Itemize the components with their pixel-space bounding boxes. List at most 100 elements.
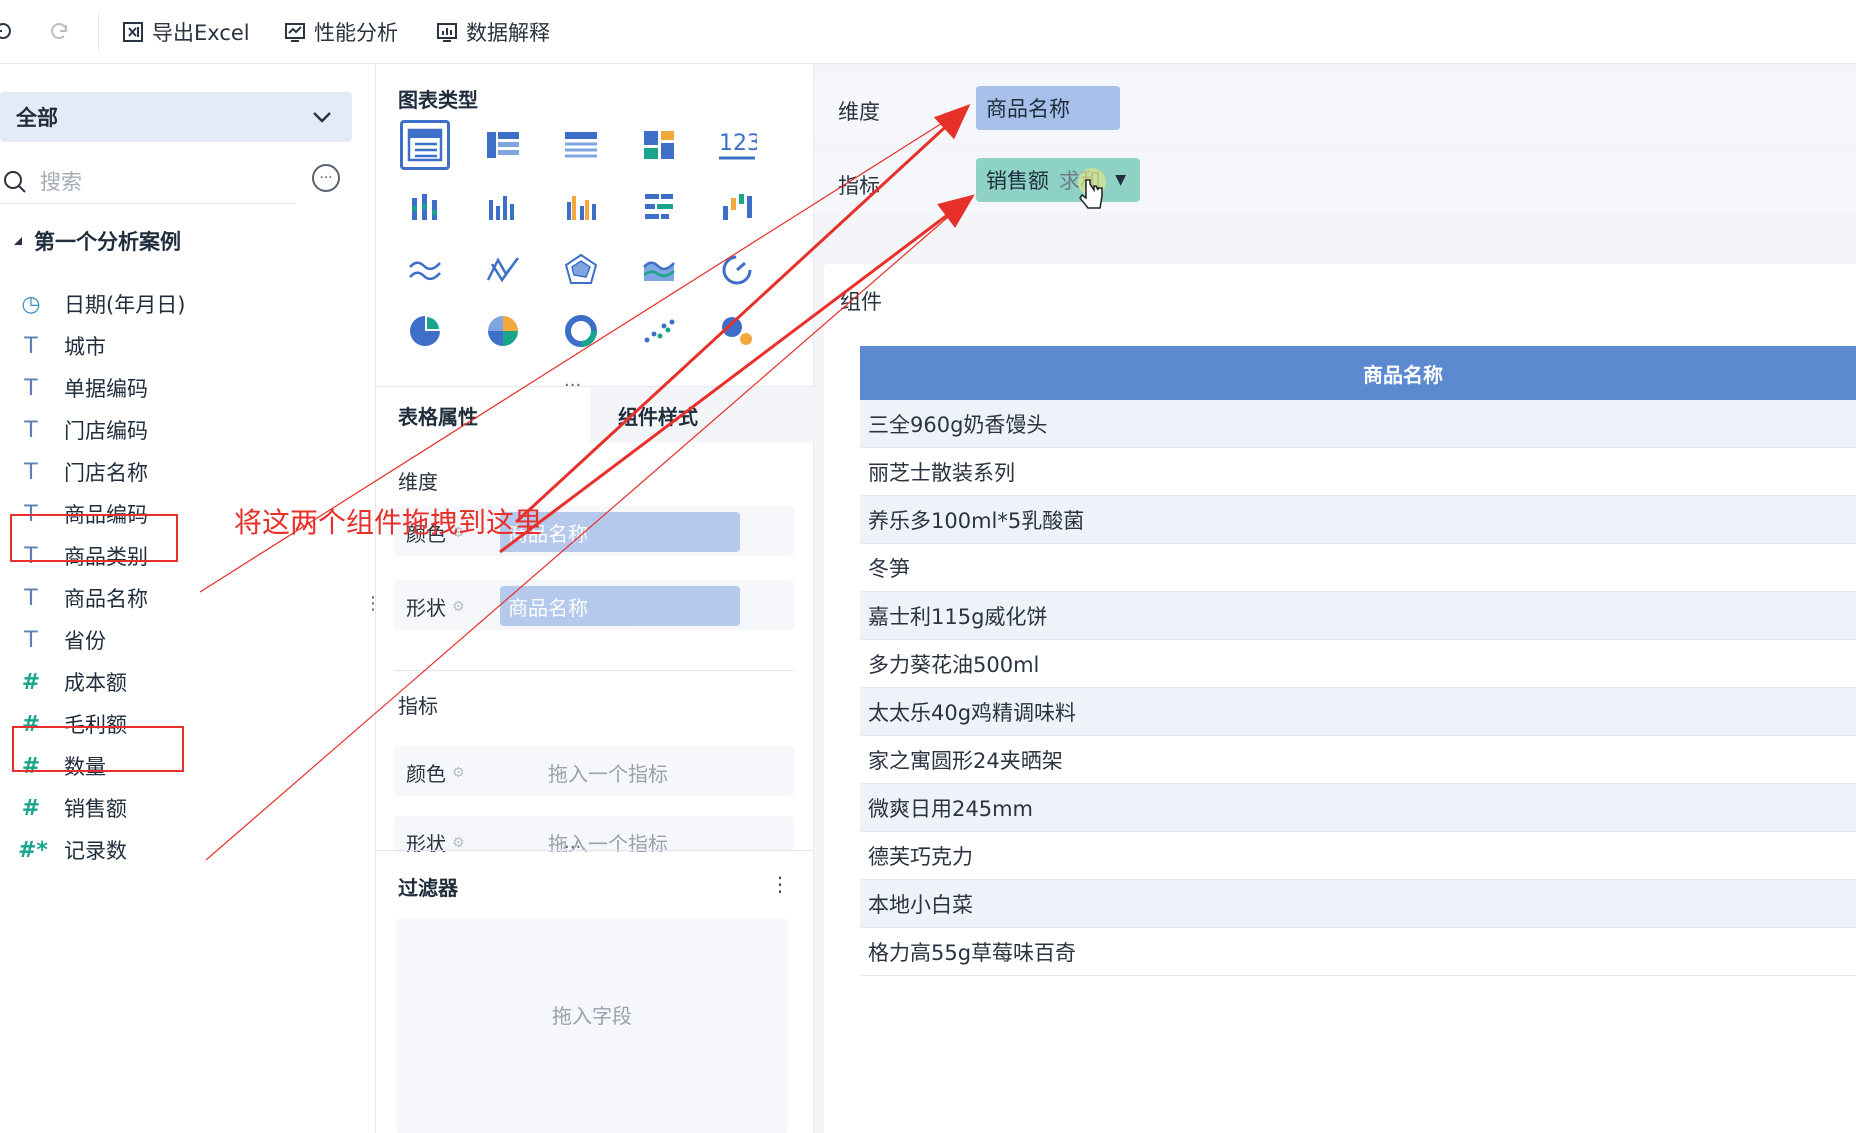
field-label: 商品名称: [64, 587, 148, 611]
toolbar: 导出Excel 性能分析 数据解释: [0, 0, 1856, 64]
chart-config-panel: 图表类型 123 表格属性 组件样式 维度 颜色 ⚙ 商品名称 形状 ⚙ 商品名…: [376, 64, 814, 1133]
metric-color-row: 颜色 ⚙ 拖入一个指标: [394, 746, 794, 796]
dashboard-card-icon[interactable]: [634, 120, 684, 170]
text-type-icon: T: [24, 627, 38, 653]
table-row[interactable]: 三全960g奶香馒头: [860, 400, 1856, 448]
table-row[interactable]: 格力高55g草莓味百奇: [860, 928, 1856, 976]
property-tabs: 表格属性 组件样式: [376, 386, 814, 443]
table-row[interactable]: 冬笋: [860, 544, 1856, 592]
field-item[interactable]: # 成本额: [18, 662, 127, 702]
gauge-chart-icon[interactable]: [712, 244, 762, 294]
table-cell: 德芙巧克力: [868, 844, 973, 869]
rose-pie-icon[interactable]: [478, 306, 528, 356]
dimension-row: 维度: [814, 78, 1856, 138]
metric-label: 指标: [838, 174, 880, 198]
clock-icon: ◷: [21, 291, 41, 317]
dimension-shape-row: 形状 ⚙ 商品名称: [394, 580, 794, 630]
metric-pill[interactable]: 销售额 求和 ▼: [976, 158, 1140, 202]
scope-label: 全部: [16, 106, 58, 130]
filter-drop-zone[interactable]: 拖入字段: [396, 918, 788, 1133]
metric-color-label-wrap: 颜色 ⚙: [406, 758, 465, 787]
caret-down-icon[interactable]: ▼: [1115, 172, 1126, 188]
metric-shape-label-wrap: 形状 ⚙: [406, 828, 465, 852]
table-row[interactable]: 多力葵花油500ml: [860, 640, 1856, 688]
waterfall-chart-icon[interactable]: [712, 182, 762, 232]
bar-chart-icon[interactable]: [634, 182, 684, 232]
kpi-number-icon[interactable]: 123: [712, 120, 762, 170]
grouped-bar-icon[interactable]: [400, 182, 450, 232]
scope-dropdown[interactable]: 全部: [0, 92, 352, 142]
line-chart-icon[interactable]: [400, 244, 450, 294]
shape-label-wrap: 形状 ⚙: [406, 592, 465, 621]
cross-table-icon[interactable]: [478, 120, 528, 170]
dimension-shape-pill[interactable]: 商品名称: [500, 586, 740, 626]
table-cell: 格力高55g草莓味百奇: [868, 940, 1077, 965]
table-header-product-name[interactable]: 商品名称: [860, 346, 1856, 400]
bubble-chart-icon[interactable]: [712, 306, 762, 356]
toolbar-divider: [98, 14, 99, 50]
number-type-icon: #: [21, 795, 41, 821]
chart-canvas-panel: 维度 商品名称 指标 销售额 求和 ▼ 组件 商品名称 三全960g奶香馒头丽芝…: [814, 64, 1856, 1133]
text-type-icon: T: [24, 459, 38, 485]
filter-resize-handle[interactable]: ···: [564, 839, 581, 857]
highlight-box-product-name: [10, 514, 178, 562]
pie-chart-icon[interactable]: [400, 306, 450, 356]
field-item[interactable]: T 城市: [18, 326, 106, 366]
more-options-icon[interactable]: ···: [312, 164, 340, 192]
text-type-icon: T: [24, 585, 38, 611]
field-item[interactable]: # 销售额: [18, 788, 127, 828]
detail-table-icon[interactable]: [556, 120, 606, 170]
donut-chart-icon[interactable]: [556, 306, 606, 356]
tab-table-attributes[interactable]: 表格属性: [376, 387, 590, 443]
data-explain-button[interactable]: 数据解释: [436, 16, 550, 48]
highlight-box-sales: [12, 726, 184, 772]
dataset-node[interactable]: 第一个分析案例: [12, 226, 181, 256]
table-row[interactable]: 家之寓圆形24夹晒架: [860, 736, 1856, 784]
table-row[interactable]: 微爽日用245mm: [860, 784, 1856, 832]
table-chart-icon[interactable]: [400, 120, 450, 170]
table-row[interactable]: 太太乐40g鸡精调味料: [860, 688, 1856, 736]
search-input[interactable]: [40, 169, 280, 194]
metric-color-drop-hint[interactable]: 拖入一个指标: [548, 758, 668, 787]
field-item[interactable]: T 商品名称: [18, 578, 148, 618]
field-item[interactable]: T 省份: [18, 620, 106, 660]
table-cell: 微爽日用245mm: [868, 796, 1033, 821]
column-chart-icon[interactable]: [478, 182, 528, 232]
undo-icon[interactable]: [0, 16, 16, 48]
gear-icon[interactable]: ⚙: [452, 835, 465, 851]
field-item[interactable]: #* 记录数: [18, 830, 127, 870]
field-label: 省份: [64, 629, 106, 653]
export-excel-label: 导出Excel: [152, 21, 250, 45]
filter-more-icon[interactable]: ⋮: [770, 872, 790, 896]
table-row[interactable]: 丽芝士散装系列: [860, 448, 1856, 496]
scatter-chart-icon[interactable]: [634, 306, 684, 356]
field-item[interactable]: T 单据编码: [18, 368, 148, 408]
table-cell: 三全960g奶香馒头: [868, 412, 1048, 437]
gear-icon[interactable]: ⚙: [452, 599, 465, 615]
multi-series-column-icon[interactable]: [556, 182, 606, 232]
field-label: 日期(年月日): [64, 293, 186, 317]
radar-line-icon[interactable]: [478, 244, 528, 294]
table-cell: 丽芝士散装系列: [868, 460, 1015, 485]
excel-icon: [123, 22, 143, 42]
radar-chart-icon[interactable]: [556, 244, 606, 294]
table-row[interactable]: 德芙巧克力: [860, 832, 1856, 880]
table-row[interactable]: 养乐多100ml*5乳酸菌: [860, 496, 1856, 544]
field-item[interactable]: ◷ 日期(年月日): [18, 284, 185, 324]
table-row[interactable]: 嘉士利115g威化饼: [860, 592, 1856, 640]
redo-icon[interactable]: [46, 16, 68, 48]
perf-analysis-button[interactable]: 性能分析: [284, 16, 398, 48]
field-label: 门店名称: [64, 461, 148, 485]
table-row[interactable]: 本地小白菜: [860, 880, 1856, 928]
field-item[interactable]: T 门店名称: [18, 452, 148, 492]
export-excel-button[interactable]: 导出Excel: [122, 16, 250, 48]
field-item[interactable]: T 门店编码: [18, 410, 148, 450]
field-panel: 全部 ··· 第一个分析案例 ◷ 日期(年月日) T 城市 T 单据编码 T 门店编码 T 门店名…: [0, 64, 400, 1133]
dimension-pill[interactable]: 商品名称: [976, 86, 1120, 130]
table-cell: 嘉士利115g威化饼: [868, 604, 1048, 629]
area-chart-icon[interactable]: [634, 244, 684, 294]
gear-icon[interactable]: ⚙: [452, 765, 465, 781]
section-divider: [394, 670, 794, 671]
tab-component-style[interactable]: 组件样式: [618, 387, 798, 443]
metric-shape-label: 形状: [406, 832, 446, 852]
